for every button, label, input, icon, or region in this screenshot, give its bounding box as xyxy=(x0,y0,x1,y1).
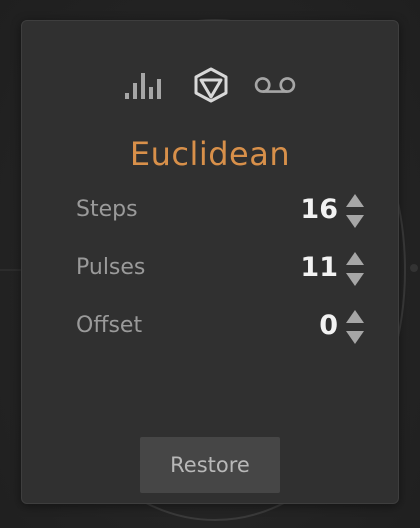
restore-button[interactable]: Restore xyxy=(140,437,280,493)
pulses-value[interactable]: 11 xyxy=(300,252,338,283)
panel-title: Euclidean xyxy=(129,135,291,173)
tab-bar-chart[interactable] xyxy=(121,65,165,105)
polygon-icon xyxy=(194,67,228,103)
pulses-stepper xyxy=(344,251,366,287)
pulses-label: Pulses xyxy=(76,255,146,280)
steps-stepper xyxy=(344,193,366,229)
tab-polygon[interactable] xyxy=(189,65,233,105)
steps-value[interactable]: 16 xyxy=(300,194,338,225)
offset-stepper xyxy=(344,309,366,345)
steps-decrement-arrow-icon[interactable] xyxy=(344,213,366,229)
param-row-steps: Steps 16 xyxy=(76,189,366,229)
offset-decrement-arrow-icon[interactable] xyxy=(344,329,366,345)
bar-chart-icon xyxy=(125,73,161,99)
steps-increment-arrow-icon[interactable] xyxy=(344,193,366,209)
mode-tabs xyxy=(22,65,398,105)
offset-increment-arrow-icon[interactable] xyxy=(344,309,366,325)
steps-label: Steps xyxy=(76,197,138,222)
pulses-increment-arrow-icon[interactable] xyxy=(344,251,366,267)
offset-value[interactable]: 0 xyxy=(319,310,338,341)
pulses-decrement-arrow-icon[interactable] xyxy=(344,271,366,287)
voicemail-icon xyxy=(254,77,296,93)
offset-label: Offset xyxy=(76,313,143,338)
tab-voicemail[interactable] xyxy=(253,65,297,105)
euclidean-panel: Euclidean Steps 16 Pulses 11 Offset 0 Re… xyxy=(21,20,399,504)
param-row-pulses: Pulses 11 xyxy=(76,247,366,287)
param-row-offset: Offset 0 xyxy=(76,305,366,345)
